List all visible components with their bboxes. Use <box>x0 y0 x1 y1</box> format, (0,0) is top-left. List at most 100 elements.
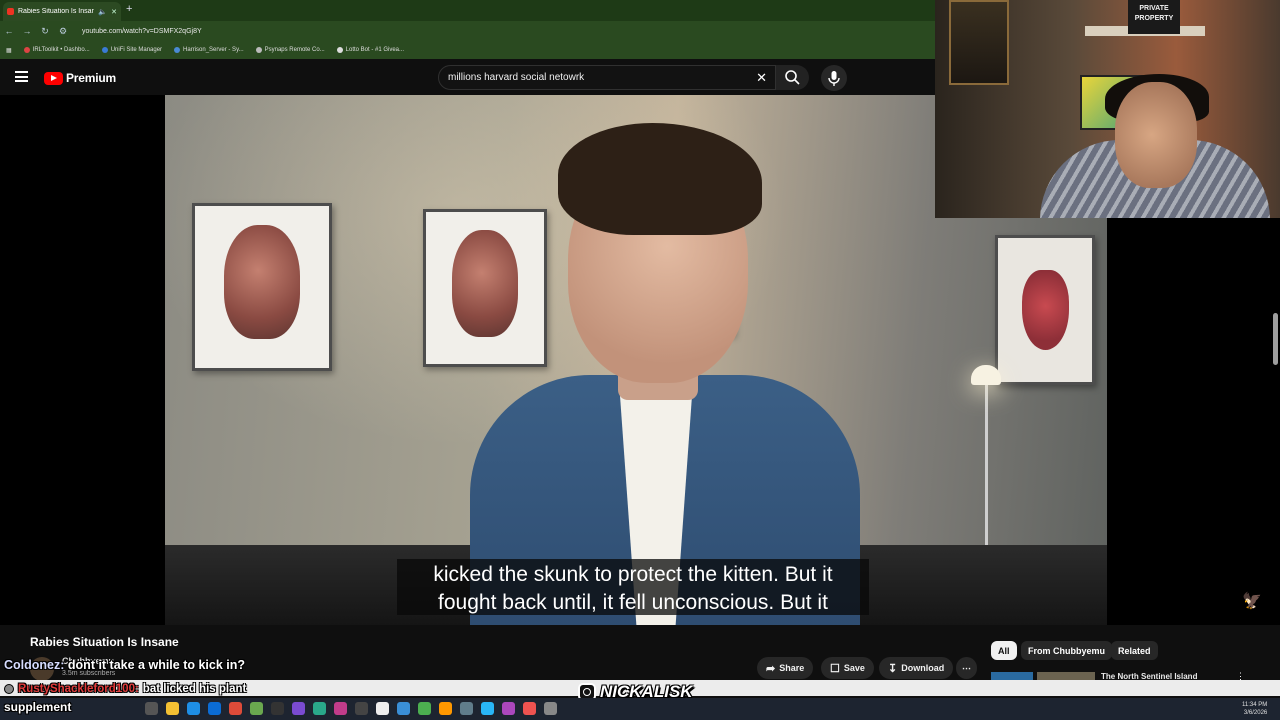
chrome-icon[interactable] <box>229 702 242 715</box>
more-icon: ⋯ <box>962 662 971 673</box>
clear-search-icon[interactable]: ✕ <box>756 70 767 86</box>
search-box[interactable]: millions harvard social netowrk ✕ <box>438 65 776 90</box>
app-icon[interactable] <box>334 702 347 715</box>
edge-icon[interactable] <box>187 702 200 715</box>
close-tab-icon[interactable]: ✕ <box>111 8 117 16</box>
menu-icon[interactable] <box>15 71 28 82</box>
taskbar-app-icon[interactable] <box>145 702 158 715</box>
caption-line-2: fought back until, it fell unconscious. … <box>438 591 828 614</box>
bookmark-item[interactable]: UniFi Site Manager <box>101 47 163 53</box>
recommended-thumbnail[interactable] <box>1037 672 1095 680</box>
app-icon[interactable] <box>271 702 284 715</box>
share-button[interactable]: ➦ Share <box>757 657 814 679</box>
bird-sticker-icon: 🦅 <box>1242 593 1262 610</box>
share-icon: ➦ <box>766 662 776 675</box>
app-icon[interactable] <box>460 702 473 715</box>
chat-message: Coldonez: dont it take a while to kick i… <box>4 658 245 672</box>
chat-continuation: supplement <box>4 700 72 714</box>
heart-poster <box>995 235 1095 385</box>
bookmark-label: Lotto Bot - #1 Givea... <box>345 47 405 53</box>
youtube-logo-icon[interactable] <box>44 72 63 85</box>
taskbar-apps <box>145 702 557 715</box>
app-icon[interactable] <box>481 702 494 715</box>
save-icon: ☐ <box>830 662 840 675</box>
browser-tabbar: Rabies Situation Is Insane 🔈 ✕ + <box>0 0 935 21</box>
presenter <box>470 123 860 625</box>
youtube-favicon-icon <box>7 8 14 15</box>
chat-text: bat licked his plant <box>142 683 247 695</box>
streamer-face <box>1115 82 1197 188</box>
bookmark-item[interactable]: IRLToolkit • Dashbo... <box>23 47 90 53</box>
apps-icon[interactable]: ▦ <box>6 47 12 54</box>
app-icon[interactable] <box>250 702 263 715</box>
search-button[interactable] <box>776 65 809 90</box>
scrollbar-thumb[interactable] <box>1273 313 1278 365</box>
bookmark-item[interactable]: Lotto Bot - #1 Givea... <box>336 47 405 53</box>
file-explorer-icon[interactable] <box>166 702 179 715</box>
store-icon[interactable] <box>208 702 221 715</box>
chat-badge-icon <box>4 684 14 694</box>
chip-from-channel[interactable]: From Chubbyemu <box>1021 641 1113 660</box>
bookmark-icon <box>255 47 262 53</box>
lamp-shade <box>971 365 1001 385</box>
save-button[interactable]: ☐ Save <box>821 657 874 679</box>
new-tab-icon[interactable]: + <box>126 3 132 15</box>
reload-icon[interactable]: ↻ <box>36 26 54 37</box>
app-icon[interactable] <box>502 702 515 715</box>
app-icon[interactable] <box>439 702 452 715</box>
hair <box>558 123 762 235</box>
premium-logo[interactable]: Premium <box>66 71 116 85</box>
bookmark-item[interactable]: Psynaps Remote Co... <box>255 47 325 53</box>
app-icon[interactable] <box>292 702 305 715</box>
forward-icon[interactable]: → <box>18 26 36 36</box>
bookmark-icon <box>101 47 108 53</box>
share-label: Share <box>779 663 805 673</box>
bookmark-icon <box>174 47 181 53</box>
address-bar-row: ← → ↻ ⚙ youtube.com/watch?v=DSMFX2qGj8Y <box>0 21 935 41</box>
obs-icon[interactable] <box>355 702 368 715</box>
bookmark-label: IRLToolkit • Dashbo... <box>32 47 90 53</box>
site-info-icon[interactable]: ⚙ <box>54 26 72 37</box>
system-clock[interactable]: 11:34 PM 3/6/2026 <box>1242 701 1267 717</box>
search-icon <box>785 70 800 85</box>
lamp-pole <box>985 385 988 545</box>
download-button[interactable]: ↧ Download <box>879 657 954 679</box>
app-icon[interactable] <box>376 702 389 715</box>
private-property-sign: PRIVATE PROPERTY <box>1128 0 1180 34</box>
search-input[interactable]: millions harvard social netowrk <box>448 72 584 83</box>
chat-text: dont it take a while to kick in? <box>67 658 246 672</box>
bookmark-icon <box>336 47 343 53</box>
bookmark-label: Harrison_Server - Sy... <box>183 47 244 53</box>
cabinet <box>949 0 1009 85</box>
caption-line-1: kicked the skunk to protect the kitten. … <box>433 563 833 586</box>
chat-username: Coldonez: <box>4 658 65 672</box>
url-field[interactable]: youtube.com/watch?v=DSMFX2qGj8Y <box>82 28 202 35</box>
recommended-thumbnail[interactable] <box>991 672 1033 680</box>
settings-icon[interactable] <box>544 702 557 715</box>
app-icon[interactable] <box>313 702 326 715</box>
voice-search-button[interactable] <box>821 65 847 91</box>
clock-time: 11:34 PM <box>1242 702 1268 708</box>
chat-message: RustyShackleford100: bat licked his plan… <box>4 683 246 695</box>
bookmark-item[interactable]: Harrison_Server - Sy... <box>174 47 244 53</box>
microphone-icon <box>828 71 840 86</box>
bookmark-icon <box>23 47 30 53</box>
bookmark-label: UniFi Site Manager <box>110 47 163 53</box>
browser-tab-active[interactable]: Rabies Situation Is Insane 🔈 ✕ <box>3 2 121 21</box>
more-actions-button[interactable]: ⋯ <box>956 657 977 679</box>
bookmark-label: Psynaps Remote Co... <box>264 47 325 53</box>
webcam-overlay: PRIVATE PROPERTY <box>935 0 1280 218</box>
back-icon[interactable]: ← <box>0 26 18 36</box>
youtube-header: Premium millions harvard social netowrk … <box>0 60 935 95</box>
chip-all[interactable]: All <box>991 641 1017 660</box>
chip-related[interactable]: Related <box>1111 641 1158 660</box>
app-icon[interactable] <box>418 702 431 715</box>
app-icon[interactable] <box>523 702 536 715</box>
speaker-icon[interactable]: 🔈 <box>98 8 107 16</box>
download-icon: ↧ <box>888 662 898 675</box>
app-icon[interactable] <box>397 702 410 715</box>
chat-username: RustyShackleford100: <box>18 683 139 695</box>
video-title: Rabies Situation Is Insane <box>30 635 179 649</box>
anatomy-poster-left <box>192 203 332 371</box>
tab-title: Rabies Situation Is Insane <box>18 8 95 15</box>
